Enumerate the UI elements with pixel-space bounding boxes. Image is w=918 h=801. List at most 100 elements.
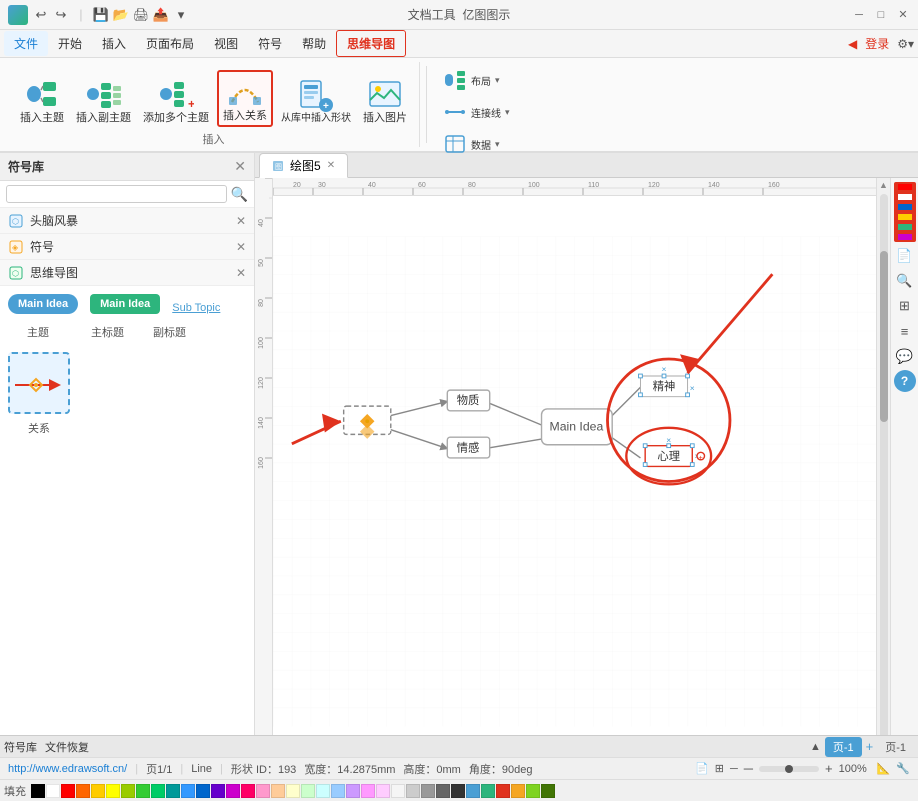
color-swatch[interactable] bbox=[271, 784, 285, 798]
zoom-out-btn[interactable]: ─ bbox=[744, 761, 753, 776]
zoom-thumb[interactable] bbox=[785, 765, 793, 773]
vscrollbar-track[interactable] bbox=[880, 194, 888, 735]
insert-relation-button[interactable]: 插入关系 bbox=[217, 70, 273, 127]
color-swatch[interactable] bbox=[181, 784, 195, 798]
color-swatch[interactable] bbox=[211, 784, 225, 798]
color-swatch[interactable] bbox=[436, 784, 450, 798]
redo-icon[interactable]: ↪ bbox=[52, 6, 70, 24]
shape-relation[interactable]: 关系 bbox=[8, 352, 70, 436]
tab-close-icon[interactable]: ✕ bbox=[327, 160, 335, 171]
mindmap-close-icon[interactable]: ✕ bbox=[236, 266, 246, 280]
insert-image-button[interactable]: 插入图片 bbox=[359, 74, 411, 127]
export-icon[interactable]: 📤 bbox=[152, 6, 170, 24]
insert-from-library-button[interactable]: + 从库中插入形状 bbox=[277, 75, 355, 127]
shape-main-idea[interactable]: Main Idea bbox=[8, 294, 78, 314]
menu-symbol[interactable]: 符号 bbox=[248, 31, 292, 56]
sidebar-section-mindmap[interactable]: ⬡ 思维导图 ✕ bbox=[0, 260, 254, 286]
share-icon[interactable]: ◀ bbox=[848, 37, 857, 51]
color-swatch[interactable] bbox=[166, 784, 180, 798]
page-tab-2[interactable]: 页-1 bbox=[877, 737, 914, 757]
color-swatch[interactable] bbox=[121, 784, 135, 798]
color-swatch[interactable] bbox=[361, 784, 375, 798]
status-view-page[interactable]: 📄 bbox=[695, 762, 709, 775]
layers-icon[interactable]: ≡ bbox=[894, 320, 916, 342]
sidebar-section-symbol[interactable]: ◈ 符号 ✕ bbox=[0, 234, 254, 260]
color-swatch[interactable] bbox=[406, 784, 420, 798]
tab-diagram5[interactable]: 图 绘图5 ✕ bbox=[259, 153, 348, 178]
search-icon[interactable]: 🔍 bbox=[231, 186, 248, 203]
color-swatch[interactable] bbox=[421, 784, 435, 798]
minimize-button[interactable]: ─ bbox=[852, 8, 866, 22]
status-view-line[interactable]: ─ bbox=[730, 763, 738, 775]
status-icon-2[interactable]: 🔧 bbox=[896, 762, 910, 775]
chat-icon[interactable]: 💬 bbox=[894, 345, 916, 367]
symbol-close-icon[interactable]: ✕ bbox=[236, 240, 246, 254]
insert-subtopic-button[interactable]: 插入副主题 bbox=[72, 74, 135, 127]
brainstorm-close-icon[interactable]: ✕ bbox=[236, 214, 246, 228]
color-swatch[interactable] bbox=[511, 784, 525, 798]
vscrollbar[interactable]: ▲ ▼ bbox=[876, 178, 890, 735]
sidebar-close-button[interactable]: ✕ bbox=[234, 158, 246, 175]
color-swatch[interactable] bbox=[346, 784, 360, 798]
page-tab-arrow-up[interactable]: ▲ bbox=[810, 741, 821, 753]
fit-icon[interactable]: ⊞ bbox=[894, 295, 916, 317]
color-swatch[interactable] bbox=[46, 784, 60, 798]
settings-icon[interactable]: ⚙▾ bbox=[897, 37, 914, 51]
color-swatch[interactable] bbox=[31, 784, 45, 798]
color-swatch[interactable] bbox=[376, 784, 390, 798]
color-swatch[interactable] bbox=[241, 784, 255, 798]
color-swatch[interactable] bbox=[451, 784, 465, 798]
add-page-icon[interactable]: + bbox=[866, 739, 874, 754]
open-icon[interactable]: 📂 bbox=[112, 6, 130, 24]
status-icon-1[interactable]: 📐 bbox=[877, 762, 891, 775]
color-swatch[interactable] bbox=[151, 784, 165, 798]
scroll-up-btn[interactable]: ▲ bbox=[877, 178, 891, 192]
menu-help[interactable]: 帮助 bbox=[292, 31, 336, 56]
connect-button[interactable]: 连接线 ▾ bbox=[441, 98, 512, 126]
color-swatch[interactable] bbox=[391, 784, 405, 798]
shape-sub-topic[interactable]: Sub Topic bbox=[172, 302, 220, 314]
menu-file[interactable]: 文件 bbox=[4, 31, 48, 56]
color-swatches-panel[interactable] bbox=[894, 182, 916, 242]
sidebar-search-input[interactable] bbox=[6, 185, 227, 203]
more-icon[interactable]: ▾ bbox=[172, 6, 190, 24]
canvas[interactable]: 物质 情感 Main Idea 精神 bbox=[273, 196, 876, 735]
page-icon[interactable]: 📄 bbox=[894, 245, 916, 267]
insert-topic-button[interactable]: 插入主题 bbox=[16, 74, 68, 127]
bottom-tab-recovery[interactable]: 文件恢复 bbox=[45, 739, 89, 755]
color-swatch[interactable] bbox=[496, 784, 510, 798]
data-button[interactable]: 数据 ▾ bbox=[441, 130, 512, 158]
color-swatch[interactable] bbox=[106, 784, 120, 798]
page-tab-1[interactable]: 页-1 bbox=[825, 737, 862, 757]
bottom-tab-library[interactable]: 符号库 bbox=[4, 739, 37, 755]
zoom-slider[interactable] bbox=[759, 766, 819, 772]
zoom-in-btn[interactable]: + bbox=[825, 761, 833, 776]
color-swatch[interactable] bbox=[226, 784, 240, 798]
color-swatch[interactable] bbox=[526, 784, 540, 798]
color-swatch[interactable] bbox=[541, 784, 555, 798]
color-swatch[interactable] bbox=[91, 784, 105, 798]
zoom-icon[interactable]: 🔍 bbox=[894, 270, 916, 292]
menu-home[interactable]: 开始 bbox=[48, 31, 92, 56]
help-icon[interactable]: ? bbox=[894, 370, 916, 392]
close-button[interactable]: ✕ bbox=[896, 8, 910, 22]
menu-insert[interactable]: 插入 bbox=[92, 31, 136, 56]
color-swatch[interactable] bbox=[196, 784, 210, 798]
status-view-grid[interactable]: ⊞ bbox=[715, 762, 724, 775]
color-swatch[interactable] bbox=[61, 784, 75, 798]
color-swatch[interactable] bbox=[286, 784, 300, 798]
login-button[interactable]: 登录 bbox=[865, 35, 889, 52]
print-icon[interactable]: 🖨 bbox=[132, 6, 150, 24]
status-url[interactable]: http://www.edrawsoft.cn/ bbox=[8, 763, 127, 775]
sidebar-section-brainstorm[interactable]: ⬡ 头脑风暴 ✕ bbox=[0, 208, 254, 234]
menu-mindmap[interactable]: 思维导图 bbox=[336, 30, 406, 57]
color-swatch[interactable] bbox=[301, 784, 315, 798]
layout-button[interactable]: 布局 ▾ bbox=[441, 66, 512, 94]
color-swatch[interactable] bbox=[76, 784, 90, 798]
color-swatch[interactable] bbox=[136, 784, 150, 798]
shape-main-topic[interactable]: Main Idea bbox=[90, 294, 160, 314]
undo-icon[interactable]: ↩ bbox=[32, 6, 50, 24]
restore-button[interactable]: □ bbox=[874, 8, 888, 22]
save-icon[interactable]: 💾 bbox=[92, 6, 110, 24]
color-swatch[interactable] bbox=[256, 784, 270, 798]
